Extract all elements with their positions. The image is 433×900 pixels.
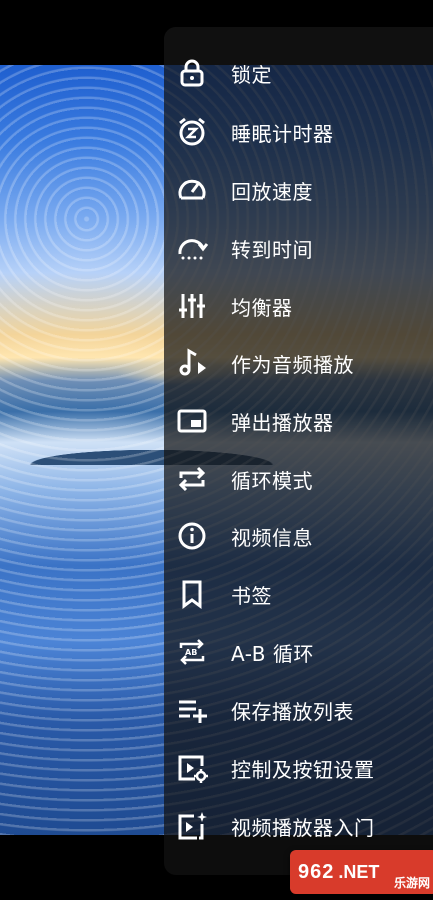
lock-icon xyxy=(174,55,210,91)
player-tutorial-icon xyxy=(174,808,210,844)
menu-item-video-info[interactable]: 视频信息 xyxy=(164,507,433,565)
watermark-chinese: 乐游网 xyxy=(393,876,430,890)
menu-item-ab-repeat[interactable]: AB A-B 循环 xyxy=(164,623,433,681)
menu-item-label: 弹出播放器 xyxy=(231,410,334,435)
menu-item-label: 回放速度 xyxy=(231,179,313,204)
menu-item-label: 视频信息 xyxy=(231,525,313,550)
menu-item-repeat-mode[interactable]: 循环模式 xyxy=(164,450,433,508)
goto-time-icon xyxy=(174,230,210,266)
menu-item-play-as-audio[interactable]: 作为音频播放 xyxy=(164,334,433,392)
equalizer-icon xyxy=(174,288,210,324)
menu-item-save-playlist[interactable]: 保存播放列表 xyxy=(164,681,433,739)
audio-play-icon xyxy=(174,345,210,381)
save-playlist-icon xyxy=(174,692,210,728)
menu-item-label: 控制及按钮设置 xyxy=(231,757,375,782)
menu-item-label: 转到时间 xyxy=(231,237,313,262)
menu-item-lock[interactable]: 锁定 xyxy=(164,44,433,102)
menu-item-player-tutorial[interactable]: 视频播放器入门 xyxy=(164,797,433,855)
info-icon xyxy=(174,518,210,554)
menu-item-label: 睡眠计时器 xyxy=(231,121,334,146)
menu-item-controls-settings[interactable]: 控制及按钮设置 xyxy=(164,739,433,797)
more-options-menu: 锁定 睡眠计时器 回放速度 转到时间 均衡器 作为音频播放 弹出播放器 循环模式… xyxy=(164,27,433,875)
menu-item-label: A-B 循环 xyxy=(231,641,314,666)
menu-item-label: 书签 xyxy=(231,583,272,608)
svg-text:AB: AB xyxy=(185,648,197,657)
ab-repeat-icon: AB xyxy=(174,634,210,670)
watermark-domain: .NET xyxy=(338,861,380,882)
menu-item-equalizer[interactable]: 均衡器 xyxy=(164,277,433,335)
watermark-number: 962 xyxy=(298,860,335,883)
sleep-timer-icon xyxy=(174,114,210,150)
menu-item-sleep-timer[interactable]: 睡眠计时器 xyxy=(164,103,433,161)
menu-item-label: 循环模式 xyxy=(231,468,313,493)
menu-item-popup-player[interactable]: 弹出播放器 xyxy=(164,392,433,450)
popup-player-icon xyxy=(174,403,210,439)
site-watermark-logo: 962 .NET 乐游网 xyxy=(290,850,433,894)
speed-icon xyxy=(174,172,210,208)
menu-item-bookmarks[interactable]: 书签 xyxy=(164,565,433,623)
menu-item-label: 视频播放器入门 xyxy=(231,815,375,840)
menu-item-label: 均衡器 xyxy=(231,295,293,320)
menu-item-goto-time[interactable]: 转到时间 xyxy=(164,219,433,277)
menu-item-label: 保存播放列表 xyxy=(231,699,354,724)
bookmark-icon xyxy=(174,576,210,612)
repeat-icon xyxy=(174,461,210,497)
menu-item-label: 锁定 xyxy=(231,62,272,87)
menu-item-label: 作为音频播放 xyxy=(231,352,354,377)
menu-item-playback-speed[interactable]: 回放速度 xyxy=(164,161,433,219)
controls-settings-icon xyxy=(174,750,210,786)
